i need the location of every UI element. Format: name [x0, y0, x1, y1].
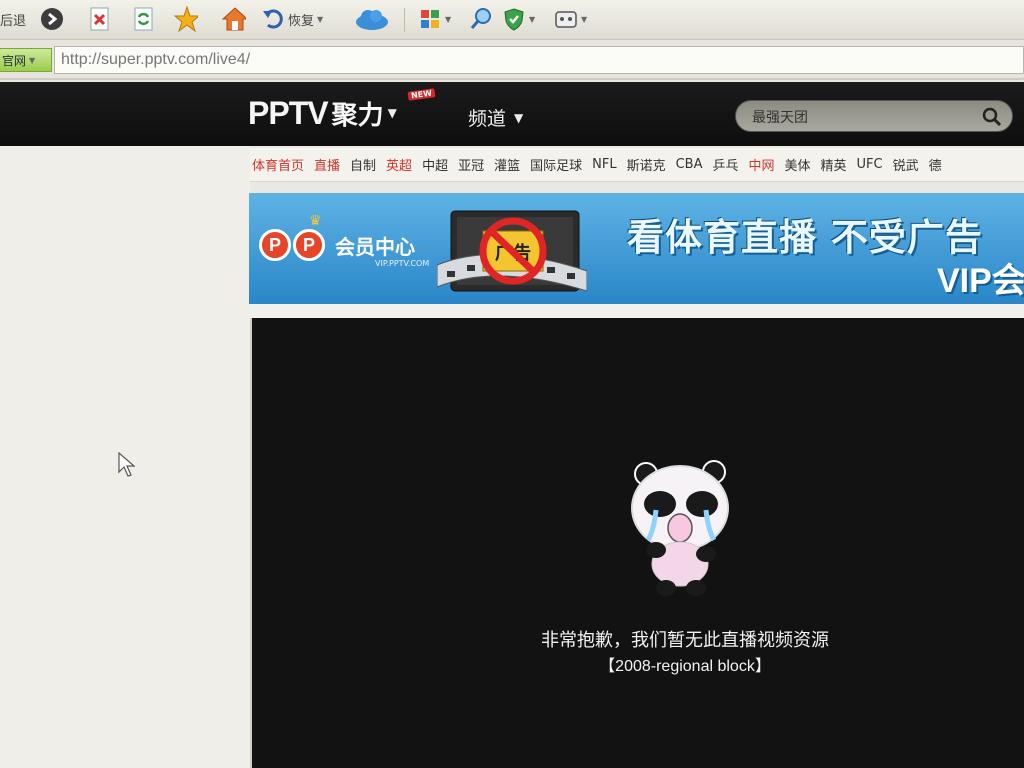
mouse-cursor-icon	[118, 451, 136, 478]
no-ads-film-icon: 广告	[436, 201, 588, 301]
sports-nav-item[interactable]: 中网	[749, 155, 775, 174]
chevron-down-icon: ▼	[445, 14, 452, 24]
pp-logo-p1: P	[259, 229, 291, 261]
crown-icon: ♛	[309, 213, 322, 229]
sports-nav-item[interactable]: 乒乓	[712, 155, 738, 174]
channel-menu[interactable]: 频道 ▼	[468, 104, 523, 131]
close-page-icon	[88, 7, 112, 31]
channel-label: 频道	[468, 108, 507, 130]
browser-toolbar: 后退 恢复 ▼ ▼ ▼ ▼	[0, 0, 1024, 40]
sports-nav-item[interactable]: 体育首页	[252, 155, 304, 174]
apps-button[interactable]: ▼	[418, 6, 451, 32]
toolbar-separator	[404, 8, 405, 32]
sports-nav-item[interactable]: 直播	[314, 155, 340, 174]
refresh-button[interactable]	[132, 6, 156, 32]
url-text: http://super.pptv.com/live4/	[61, 51, 251, 68]
cloud-icon	[354, 7, 390, 31]
new-badge: NEW	[407, 88, 436, 101]
back-label: 后退	[0, 13, 27, 29]
sports-nav-item[interactable]: 锐武	[893, 155, 919, 174]
url-input[interactable]: http://super.pptv.com/live4/	[54, 46, 1024, 74]
vip-ad-banner[interactable]: P P ♛ 会员中心 VIP.PPTV.COM 广告 看体育直播 不受广告 VI…	[249, 193, 1024, 304]
cloud-button[interactable]	[354, 6, 390, 32]
sports-nav-item[interactable]: 灌篮	[494, 155, 520, 174]
chevron-down-icon: ▼	[317, 14, 324, 24]
sports-nav-item[interactable]: UFC	[857, 157, 883, 172]
sports-nav-item[interactable]: 英超	[386, 155, 412, 174]
shield-icon	[502, 7, 526, 31]
forward-button[interactable]	[40, 6, 64, 32]
security-button[interactable]: ▼	[502, 6, 535, 32]
sports-nav-item[interactable]: 斯诺克	[627, 155, 666, 174]
sports-nav-item[interactable]: NFL	[592, 157, 616, 172]
apps-icon	[418, 7, 442, 31]
address-bar: 官网 ▼ http://super.pptv.com/live4/	[0, 40, 1024, 80]
sports-nav-item[interactable]: 中超	[422, 155, 448, 174]
pp-logo: P P	[259, 229, 327, 261]
favorite-button[interactable]	[174, 6, 198, 32]
crying-panda-icon	[626, 460, 736, 600]
error-message: 非常抱歉，我们暂无此直播视频资源	[541, 630, 829, 651]
search-icon[interactable]	[982, 107, 1002, 127]
chevron-down-icon: ▼	[529, 14, 536, 24]
forward-icon	[40, 7, 64, 31]
sports-nav-item[interactable]: 国际足球	[530, 155, 582, 174]
sports-nav: 体育首页 直播 自制 英超 中超 亚冠 灌篮 国际足球 NFL 斯诺克 CBA 乒乓 中网 美体 精英 UFC…	[250, 148, 1024, 182]
search-tool-button[interactable]	[470, 6, 494, 32]
game-button[interactable]: ▼	[554, 6, 587, 32]
site-tag-label: 官网	[2, 53, 27, 68]
home-icon	[222, 7, 246, 31]
game-icon	[554, 7, 578, 31]
refresh-icon	[132, 7, 156, 31]
sports-nav-item[interactable]: 自制	[350, 155, 376, 174]
restore-label: 恢复	[288, 13, 315, 29]
chevron-down-icon: ▼	[29, 55, 36, 65]
sports-nav-item[interactable]: 亚冠	[458, 155, 484, 174]
favorite-star-icon	[174, 6, 198, 32]
banner-vip-text: VIP会	[937, 262, 1024, 300]
banner-slogan: 看体育直播 不受广告	[627, 216, 983, 259]
spacer	[250, 304, 1024, 318]
close-page-button[interactable]	[88, 6, 112, 32]
search-box	[735, 100, 1013, 132]
pptv-logo[interactable]: PPTV 聚力 NEW ▼	[248, 88, 436, 131]
sports-nav-item[interactable]: 精英	[821, 155, 847, 174]
error-code: 【2008-regional block】	[599, 658, 771, 675]
sports-nav-item[interactable]: 德	[929, 155, 942, 174]
logo-text: PPTV	[248, 94, 329, 131]
home-button[interactable]	[222, 6, 246, 32]
member-center-text: 会员中心	[335, 235, 415, 259]
pp-logo-p2: P	[293, 229, 325, 261]
sports-nav-item[interactable]: CBA	[676, 157, 703, 172]
chevron-down-icon: ▼	[581, 14, 588, 24]
sports-nav-item[interactable]: 美体	[785, 155, 811, 174]
chevron-down-icon: ▼	[514, 110, 524, 125]
page-left-margin	[0, 82, 250, 768]
search-magnifier-icon	[470, 7, 494, 31]
chevron-down-icon: ▼	[387, 106, 397, 120]
banner-site-text: VIP.PPTV.COM	[375, 259, 430, 268]
search-input[interactable]	[752, 107, 972, 127]
logo-suffix: 聚力	[331, 100, 384, 131]
back-button[interactable]: 后退	[0, 6, 26, 32]
restore-button[interactable]: 恢复 ▼	[262, 6, 323, 32]
restore-icon	[262, 7, 286, 31]
site-tag-dropdown[interactable]: 官网 ▼	[0, 48, 52, 72]
